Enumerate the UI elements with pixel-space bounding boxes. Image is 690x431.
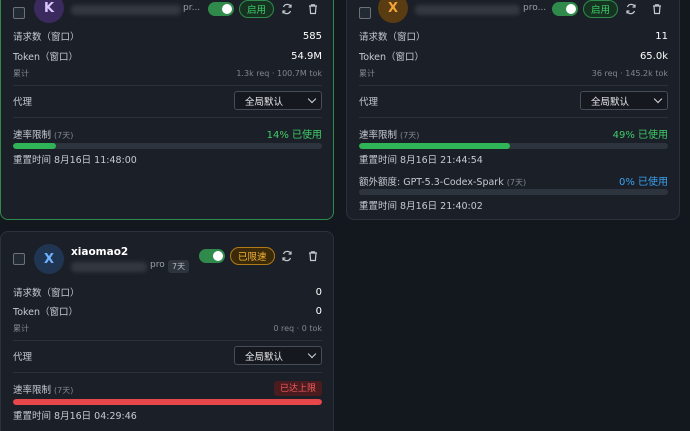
limit-reached-badge: 已达上限 — [273, 381, 322, 396]
extra-usage: 0% 已使用 — [618, 177, 668, 188]
rate-progress-bar — [13, 399, 322, 405]
metric-requests: 请求数（窗口） 585 — [13, 30, 322, 44]
enable-toggle[interactable] — [552, 2, 578, 16]
avatar: X — [378, 0, 408, 23]
metric-tokens: Token（窗口） 65.0k — [359, 50, 668, 64]
proxy-row: 代理 全局默认 — [13, 91, 322, 110]
metric-requests: 请求数（窗口） 11 — [359, 30, 668, 44]
proxy-row: 代理 全局默认 — [13, 346, 322, 365]
chevron-down-icon — [307, 94, 317, 104]
avatar: X — [34, 244, 64, 274]
delete-icon[interactable] — [306, 2, 320, 16]
divider — [13, 372, 322, 373]
redacted-email — [71, 262, 147, 272]
divider — [13, 340, 322, 341]
select-checkbox[interactable] — [13, 253, 25, 265]
refresh-icon[interactable] — [624, 2, 638, 16]
rate-progress-fill — [13, 143, 57, 149]
avatar: K — [34, 0, 64, 23]
extra-quota-row: 额外额度: GPT-5.3-Codex-Spark (7天) 0% 已使用 — [359, 173, 668, 189]
plan-label: pr... — [183, 3, 201, 13]
rate-limit-row: 速率限制 (7天) 已达上限 — [13, 381, 322, 396]
enable-toggle[interactable] — [199, 249, 225, 263]
reset-time: 重置时间 8月16日 04:29:46 — [13, 411, 137, 422]
redacted-name — [71, 5, 181, 15]
refresh-icon[interactable] — [280, 2, 294, 16]
status-badge: 已限速 — [230, 247, 275, 265]
delete-icon[interactable] — [650, 2, 664, 16]
proxy-select[interactable]: 全局默认 — [234, 91, 322, 110]
account-name: xiaomao2 — [71, 246, 129, 258]
metric-tokens: Token（窗口） 54.9M — [13, 50, 322, 64]
cumulative-row: 累计 36 req · 145.2k tok — [359, 69, 668, 78]
card-header: X xiaomao2 pro 7天 已限速 — [1, 232, 333, 282]
extra-reset-time: 重置时间 8月16日 21:40:02 — [359, 201, 483, 212]
account-card-2: X pro... 启用 请求数（窗口） 11 Token（窗口） 65.0k 累… — [346, 0, 680, 220]
proxy-row: 代理 全局默认 — [359, 91, 668, 110]
divider — [13, 85, 322, 86]
divider — [359, 117, 668, 118]
chevron-down-icon — [653, 94, 663, 104]
refresh-icon[interactable] — [280, 249, 294, 263]
card-header: K pr... 启用 — [1, 0, 333, 25]
plan-label: pro... — [523, 3, 547, 13]
proxy-select[interactable]: 全局默认 — [580, 91, 668, 110]
chevron-down-icon — [307, 349, 317, 359]
delete-icon[interactable] — [306, 249, 320, 263]
status-badge: 启用 — [583, 0, 619, 18]
extra-progress-bar — [359, 189, 668, 195]
rate-usage: 14% 已使用 — [266, 130, 322, 141]
rate-limit-row: 速率限制 (7天) 14% 已使用 — [13, 126, 322, 142]
cumulative-row: 累计 0 req · 0 tok — [13, 324, 322, 333]
metric-requests: 请求数（窗口） 0 — [13, 286, 322, 300]
account-card-1: K pr... 启用 请求数（窗口） 585 Token（窗口） 54.9M 累… — [0, 0, 334, 220]
plan-label: pro — [150, 260, 165, 270]
reset-time: 重置时间 8月16日 21:44:54 — [359, 155, 483, 166]
plan-period-tag: 7天 — [168, 260, 190, 273]
account-card-3: X xiaomao2 pro 7天 已限速 请求数（窗口） 0 Token（窗口… — [0, 231, 334, 431]
select-checkbox[interactable] — [359, 7, 371, 19]
status-badge: 启用 — [239, 0, 275, 18]
rate-progress-fill — [13, 399, 322, 405]
divider — [359, 85, 668, 86]
reset-time: 重置时间 8月16日 11:48:00 — [13, 155, 137, 166]
redacted-name — [415, 5, 520, 15]
select-checkbox[interactable] — [13, 7, 25, 19]
proxy-select[interactable]: 全局默认 — [234, 346, 322, 365]
card-header: X pro... 启用 — [347, 0, 679, 25]
rate-limit-row: 速率限制 (7天) 49% 已使用 — [359, 126, 668, 142]
enable-toggle[interactable] — [208, 2, 234, 16]
rate-usage: 49% 已使用 — [612, 130, 668, 141]
rate-progress-bar — [359, 143, 668, 149]
rate-progress-fill — [359, 143, 511, 149]
divider — [13, 117, 322, 118]
cumulative-row: 累计 1.3k req · 100.7M tok — [13, 69, 322, 78]
rate-progress-bar — [13, 143, 322, 149]
metric-tokens: Token（窗口） 0 — [13, 305, 322, 319]
